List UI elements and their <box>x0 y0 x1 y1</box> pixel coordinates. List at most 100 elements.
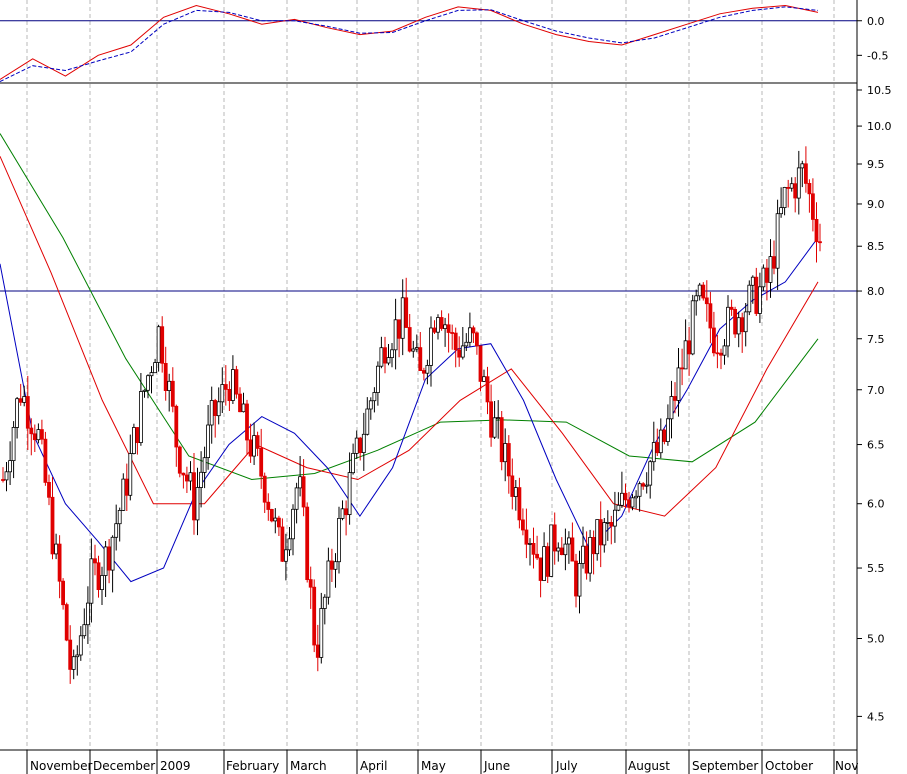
candle-down <box>107 546 111 571</box>
candle-up <box>365 408 370 435</box>
candle-up <box>287 538 292 551</box>
candle-down <box>383 347 387 364</box>
candle-down <box>439 317 444 329</box>
candle-down <box>312 586 317 646</box>
candle-up <box>482 376 486 382</box>
candle-up <box>492 417 497 438</box>
candle-down <box>245 403 249 441</box>
candle-down <box>740 317 745 333</box>
candle-up <box>460 345 465 358</box>
candle-up <box>78 635 83 656</box>
price-tick-label: 8.0 <box>867 285 885 298</box>
candle-up <box>386 357 391 364</box>
candle-down <box>29 427 34 435</box>
candle-up <box>206 424 211 458</box>
candle-down <box>506 443 511 477</box>
candle-up <box>613 509 617 527</box>
candle-down <box>305 506 310 581</box>
chart-frame <box>0 0 858 774</box>
candle-down <box>719 352 723 356</box>
candle-up <box>602 522 607 546</box>
candle-up <box>230 369 235 401</box>
candle-up <box>722 345 727 356</box>
candle-down <box>499 417 504 463</box>
candle-down <box>160 326 165 364</box>
candle-up <box>322 596 327 609</box>
candle-up <box>634 495 638 499</box>
candle-up <box>605 522 610 524</box>
candle-down <box>93 558 97 564</box>
candle-down <box>47 481 51 498</box>
candle-down <box>50 496 55 555</box>
price-tick-label: 7.5 <box>867 333 885 346</box>
x-axis: November December 2009 February March April Ma… <box>26 750 858 774</box>
candle-up <box>220 384 225 403</box>
candle-down <box>673 396 677 401</box>
candle-up <box>743 311 748 333</box>
candle-up <box>167 380 172 391</box>
candle-down <box>248 439 253 457</box>
candle-down <box>177 446 182 474</box>
candle-up <box>121 478 126 511</box>
candle-up <box>747 284 752 313</box>
candle-down <box>446 324 451 333</box>
candle-down <box>804 163 808 184</box>
candle-up <box>291 508 295 540</box>
candle-up <box>393 319 398 351</box>
candle-up <box>726 306 730 347</box>
month-label: July <box>555 759 578 773</box>
candle-down <box>418 347 423 372</box>
candle-down <box>814 218 819 243</box>
candle-up <box>138 391 143 443</box>
candle-up <box>782 186 787 208</box>
candle-up <box>400 297 405 339</box>
candle-up <box>436 317 440 333</box>
candle-down <box>213 400 218 417</box>
month-label: March <box>290 759 327 773</box>
candle-down <box>641 483 646 487</box>
candle-down <box>181 472 186 476</box>
candle-up <box>697 284 702 297</box>
candle-up <box>690 300 695 355</box>
candle-up <box>199 471 204 488</box>
candle-up <box>694 295 699 302</box>
candle-down <box>358 437 363 454</box>
candle-down <box>432 327 437 333</box>
price-tick-label: 7.0 <box>867 384 885 397</box>
candle-up <box>241 403 246 413</box>
month-label: Nov <box>835 759 858 773</box>
candle-up <box>86 602 90 626</box>
candle-down <box>712 327 716 354</box>
candle-up <box>464 341 469 347</box>
candle-up <box>114 523 119 538</box>
candle-down <box>40 429 44 440</box>
candle-up <box>75 654 80 658</box>
candle-up <box>252 435 257 457</box>
candle-up <box>779 207 783 215</box>
candle-down <box>124 478 129 496</box>
moving-average-short <box>0 237 819 583</box>
candle-down <box>68 639 73 670</box>
candle-up <box>379 347 384 367</box>
candle-down <box>266 501 271 510</box>
candle-up <box>425 364 430 374</box>
candle-up <box>775 213 780 269</box>
candle-down <box>61 580 65 606</box>
candle-down <box>259 447 264 477</box>
candle-down <box>329 560 334 570</box>
candle-up <box>676 367 681 401</box>
candle-down <box>238 393 242 413</box>
candle-up <box>153 362 158 374</box>
candle-up <box>567 537 571 545</box>
price-tick-label: 6.5 <box>867 439 885 452</box>
oscillator-tick-label: -0.5 <box>867 49 888 62</box>
candle-down <box>255 435 260 449</box>
candle-up <box>110 536 115 571</box>
candle-up <box>588 537 592 574</box>
price-tick-label: 8.5 <box>867 240 885 253</box>
candle-up <box>11 426 16 461</box>
candle-down <box>538 557 543 581</box>
candle-up <box>117 509 122 525</box>
candle-up <box>36 429 41 441</box>
candle-up <box>131 427 136 455</box>
